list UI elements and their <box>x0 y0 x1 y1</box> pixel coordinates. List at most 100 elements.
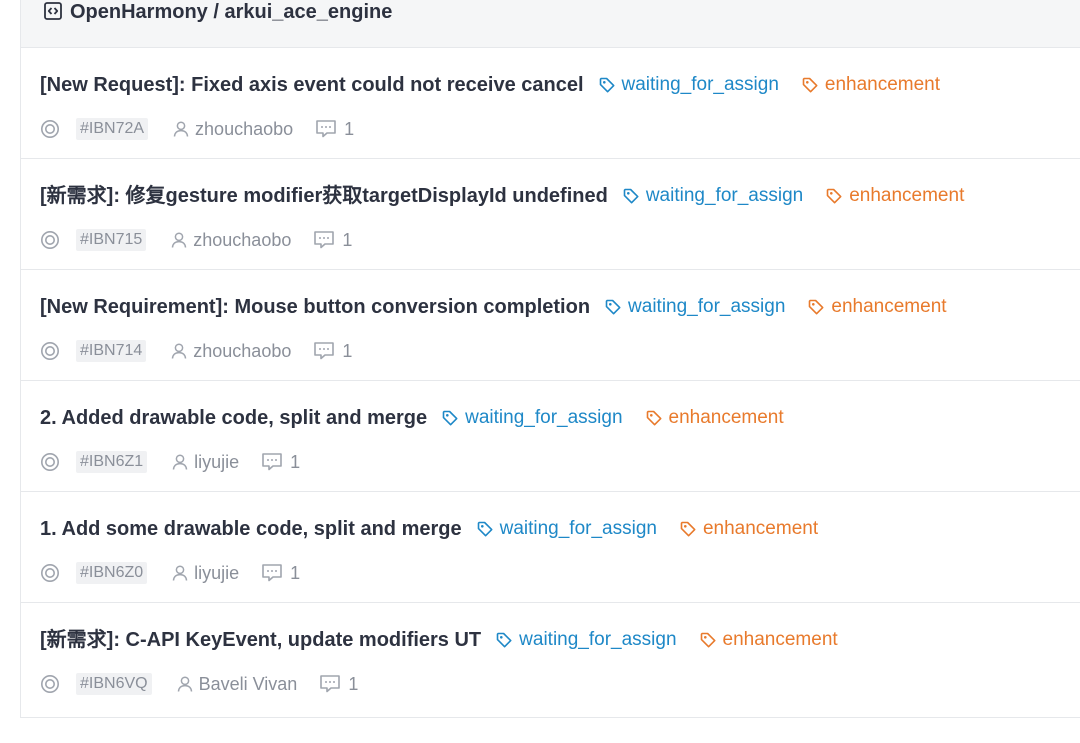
comment-count: 1 <box>348 673 359 694</box>
comment-count: 1 <box>342 229 353 250</box>
open-status-icon <box>40 341 60 361</box>
label-enhancement[interactable]: enhancement <box>801 73 940 97</box>
comment-icon <box>262 564 282 582</box>
label-text: waiting_for_assign <box>621 74 779 95</box>
tag-icon <box>496 632 512 648</box>
comment-count: 1 <box>290 451 301 472</box>
issue-comments[interactable]: 1 <box>313 341 352 362</box>
label-text: enhancement <box>668 407 784 428</box>
issue-row: [新需求]: 修复gesture modifier获取targetDisplay… <box>21 159 1080 270</box>
author-name: liyujie <box>194 451 240 472</box>
label-waiting-for-assign[interactable]: waiting_for_assign <box>441 406 623 430</box>
repo-header: OpenHarmony / arkui_ace_engine <box>21 0 1080 48</box>
comment-count: 1 <box>290 562 301 583</box>
repo-title-link[interactable]: OpenHarmony / arkui_ace_engine <box>70 0 392 24</box>
user-icon <box>172 343 187 359</box>
comment-icon <box>320 675 341 693</box>
open-status-icon <box>40 119 60 139</box>
label-waiting-for-assign[interactable]: waiting_for_assign <box>476 517 657 541</box>
issue-title-row: [New Requirement]: Mouse button conversi… <box>40 294 947 320</box>
issue-row: [New Request]: Fixed axis event could no… <box>21 48 1080 159</box>
label-waiting-for-assign[interactable]: waiting_for_assign <box>622 184 803 208</box>
comment-count: 1 <box>344 118 355 139</box>
issue-number[interactable]: #IBN715 <box>76 229 147 251</box>
issue-title-row: 1. Add some drawable code, split and mer… <box>40 516 818 542</box>
issue-meta-row: #IBN714 zhouchaobo 1 <box>40 340 352 362</box>
user-icon <box>172 454 188 470</box>
open-status-icon <box>40 563 60 583</box>
issue-title-link[interactable]: [新需求]: C-API KeyEvent, update modifiers … <box>40 627 481 653</box>
comment-icon <box>316 120 336 138</box>
issue-number[interactable]: #IBN6Z1 <box>76 451 148 473</box>
issue-row: 2. Added drawable code, split and merge … <box>21 381 1080 492</box>
author-name: zhouchaobo <box>193 229 292 250</box>
label-text: enhancement <box>824 74 941 95</box>
label-text: enhancement <box>849 185 965 206</box>
issue-comments[interactable]: 1 <box>319 674 358 695</box>
issue-author[interactable]: Baveli Vivan <box>176 673 298 695</box>
issue-title-row: [新需求]: C-API KeyEvent, update modifiers … <box>40 627 838 653</box>
issue-title-link[interactable]: [New Requirement]: Mouse button conversi… <box>40 294 590 320</box>
label-enhancement[interactable]: enhancement <box>825 184 964 208</box>
label-text: waiting_for_assign <box>465 407 623 428</box>
open-status-icon <box>40 230 60 250</box>
tag-icon <box>826 188 842 204</box>
tag-icon <box>442 410 458 426</box>
issue-comments[interactable]: 1 <box>315 119 354 140</box>
issue-panel: OpenHarmony / arkui_ace_engine [New Requ… <box>20 0 1080 718</box>
label-waiting-for-assign[interactable]: waiting_for_assign <box>598 73 779 97</box>
issue-author[interactable]: zhouchaobo <box>170 341 291 362</box>
issue-number[interactable]: #IBN72A <box>76 118 149 140</box>
label-enhancement[interactable]: enhancement <box>679 517 818 541</box>
issue-number[interactable]: #IBN6Z0 <box>76 562 148 584</box>
issue-comments[interactable]: 1 <box>261 563 300 584</box>
issue-title-link[interactable]: 1. Add some drawable code, split and mer… <box>40 516 462 542</box>
comment-icon <box>314 231 335 249</box>
issue-number[interactable]: #IBN714 <box>76 340 147 362</box>
issue-title-link[interactable]: [New Request]: Fixed axis event could no… <box>40 72 584 98</box>
author-name: liyujie <box>194 562 240 583</box>
tag-icon <box>605 299 621 315</box>
tag-icon <box>680 521 696 537</box>
issue-author[interactable]: liyujie <box>171 452 239 473</box>
issue-number[interactable]: #IBN6VQ <box>76 673 152 695</box>
author-name: zhouchaobo <box>195 118 294 139</box>
tag-icon <box>802 77 818 93</box>
user-icon <box>177 676 192 692</box>
user-icon <box>172 232 187 248</box>
issue-title-link[interactable]: 2. Added drawable code, split and merge <box>40 405 427 431</box>
issue-author[interactable]: zhouchaobo <box>172 119 293 140</box>
issue-title-row: 2. Added drawable code, split and merge … <box>40 405 784 431</box>
tag-icon <box>623 188 639 204</box>
label-enhancement[interactable]: enhancement <box>645 406 784 430</box>
issue-meta-row: #IBN715 zhouchaobo 1 <box>40 229 352 251</box>
label-waiting-for-assign[interactable]: waiting_for_assign <box>604 295 785 319</box>
open-status-icon <box>40 452 60 472</box>
label-text: enhancement <box>722 629 838 650</box>
comment-count: 1 <box>342 340 353 361</box>
label-enhancement[interactable]: enhancement <box>807 295 947 319</box>
label-waiting-for-assign[interactable]: waiting_for_assign <box>495 628 677 652</box>
issue-comments[interactable]: 1 <box>261 452 300 473</box>
issue-meta-row: #IBN72A zhouchaobo 1 <box>40 118 354 140</box>
label-text: waiting_for_assign <box>628 296 786 317</box>
label-text: waiting_for_assign <box>519 629 677 650</box>
tag-icon <box>646 410 662 426</box>
label-text: enhancement <box>831 296 947 317</box>
issue-row: 1. Add some drawable code, split and mer… <box>21 492 1080 603</box>
issue-author[interactable]: liyujie <box>171 563 239 584</box>
issue-list: [New Request]: Fixed axis event could no… <box>21 48 1080 716</box>
issue-title-row: [New Request]: Fixed axis event could no… <box>40 72 940 98</box>
user-icon <box>173 121 189 137</box>
issue-meta-row: #IBN6Z1 liyujie 1 <box>40 451 300 473</box>
author-name: Baveli Vivan <box>198 673 298 694</box>
tag-icon <box>599 77 615 93</box>
comment-icon <box>262 453 282 471</box>
label-enhancement[interactable]: enhancement <box>699 628 838 652</box>
issue-comments[interactable]: 1 <box>313 230 352 251</box>
issue-author[interactable]: zhouchaobo <box>170 230 291 251</box>
issue-title-link[interactable]: [新需求]: 修复gesture modifier获取targetDisplay… <box>40 183 608 209</box>
label-text: enhancement <box>702 518 819 539</box>
repo-code-icon <box>43 1 63 21</box>
open-status-icon <box>40 674 60 694</box>
